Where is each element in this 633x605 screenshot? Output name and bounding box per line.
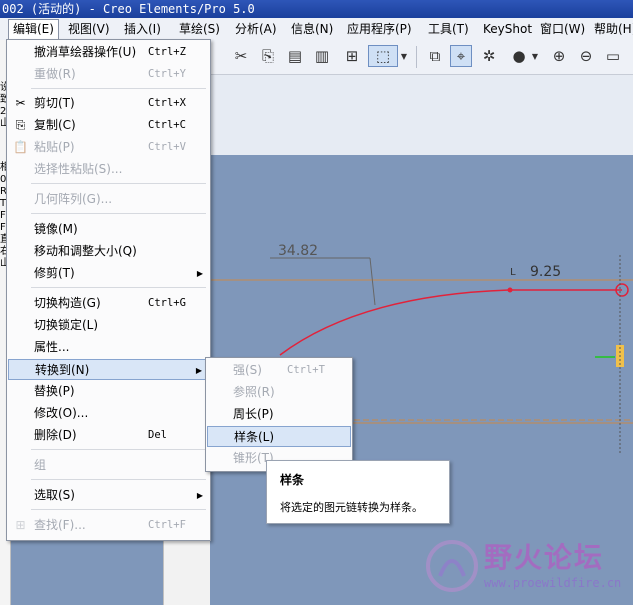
menu-item-paste[interactable]: 📋 粘贴(P) Ctrl+V	[8, 137, 209, 158]
menu-item-find[interactable]: ⊞ 查找(F)... Ctrl+F	[8, 515, 209, 536]
panel-gap	[163, 540, 211, 605]
copy-icon[interactable]: ⎘	[257, 45, 279, 67]
menu-applications[interactable]: 应用程序(P)	[343, 20, 416, 38]
submenu-item-strong[interactable]: 强(S) Ctrl+T	[207, 360, 351, 381]
chevron-down-icon[interactable]: ▼	[530, 45, 540, 67]
edit-menu: 撤消草绘器操作(U) Ctrl+Z 重做(R) Ctrl+Y ✂ 剪切(T) Ctrl+…	[6, 39, 211, 541]
menu-item-delete[interactable]: 删除(D) Del	[8, 425, 209, 446]
window-title: 002 (活动的) - Creo Elements/Pro 5.0	[0, 0, 633, 18]
convert-submenu: 强(S) Ctrl+T 参照(R) 周长(P) 样条(L) 锥形(T)	[205, 357, 353, 472]
menu-item-mirror[interactable]: 镜像(M)	[8, 219, 209, 240]
toolbar-area	[210, 75, 633, 155]
menu-item-redo[interactable]: 重做(R) Ctrl+Y	[8, 64, 209, 85]
menu-item-properties[interactable]: 属性...	[8, 337, 209, 358]
menu-tools[interactable]: 工具(T)	[424, 20, 473, 38]
dimension-arc[interactable]: 34.82	[278, 243, 318, 259]
arc-entity	[279, 289, 511, 356]
dimension-prefix: L	[510, 267, 516, 278]
toolbar: ✂ ⎘ ▤ ▥ ⊞ ⬚ ▼ ⧉ ⌖ ✲ ● ▼ ⊕ ⊖ ▭	[210, 40, 633, 75]
submenu-item-perimeter[interactable]: 周长(P)	[207, 404, 351, 425]
zoom-out-icon[interactable]: ⊖	[575, 45, 597, 67]
menu-item-paste-special[interactable]: 选择性粘贴(S)...	[8, 159, 209, 180]
menu-item-group[interactable]: 组	[8, 455, 209, 476]
tooltip-title: 样条	[280, 473, 305, 487]
menu-item-convert-to[interactable]: 转换到(N) ▶	[8, 359, 209, 380]
select-box-icon[interactable]: ⬚	[368, 45, 398, 67]
menu-item-select[interactable]: 选取(S) ▶	[8, 485, 209, 506]
leader-line	[369, 257, 376, 306]
menu-help[interactable]: 帮助(H)	[590, 20, 633, 38]
submenu-item-reference[interactable]: 参照(R)	[207, 382, 351, 403]
submenu-arrow-icon: ▶	[196, 491, 203, 500]
paste-icon[interactable]: ▤	[284, 45, 306, 67]
cut-icon: ✂	[15, 96, 26, 110]
menu-item-cut[interactable]: ✂ 剪切(T) Ctrl+X	[8, 93, 209, 114]
cut-icon[interactable]: ✂	[230, 45, 252, 67]
sketch-view-icon[interactable]: ⧉	[424, 45, 446, 67]
sketch-mode-icon[interactable]: ⌖	[450, 45, 472, 67]
watermark-title: 野火论坛	[484, 541, 605, 574]
paste-special-icon[interactable]: ▥	[311, 45, 333, 67]
menu-bar: 编辑(E) 视图(V) 插入(I) 草绘(S) 分析(A) 信息(N) 应用程序…	[0, 18, 633, 41]
submenu-arrow-icon: ▶	[196, 269, 203, 278]
refit-icon[interactable]: ▭	[602, 45, 624, 67]
menu-item-pattern[interactable]: 几何阵列(G)...	[8, 189, 209, 210]
watermark-url: www.proewildfire.cn	[484, 576, 622, 590]
copy-icon: ⎘	[15, 118, 26, 132]
submenu-item-spline[interactable]: 样条(L)	[207, 426, 351, 447]
watermark-emblem-icon	[426, 540, 478, 592]
vertex-point	[507, 287, 513, 293]
menu-analysis[interactable]: 分析(A)	[231, 20, 281, 38]
menu-sketch[interactable]: 草绘(S)	[175, 20, 224, 38]
chevron-down-icon[interactable]: ▼	[399, 45, 409, 67]
shade-sphere-icon[interactable]: ●	[508, 45, 530, 67]
menu-edit[interactable]: 编辑(E)	[8, 19, 59, 40]
binoculars-icon: ⊞	[15, 518, 26, 532]
zoom-in-icon[interactable]: ⊕	[548, 45, 570, 67]
menu-item-toggle-lock[interactable]: 切换锁定(L)	[8, 315, 209, 336]
menu-item-modify[interactable]: 修改(O)...	[8, 403, 209, 424]
regenerate-icon[interactable]: ✲	[478, 45, 500, 67]
menu-item-move-resize[interactable]: 移动和调整大小(Q)	[8, 241, 209, 262]
menu-item-toggle-construction[interactable]: 切换构造(G) Ctrl+G	[8, 293, 209, 314]
menu-item-undo[interactable]: 撤消草绘器操作(U) Ctrl+Z	[8, 42, 209, 63]
tooltip-text: 将选定的图元链转换为样条。	[280, 501, 423, 514]
tooltip: 样条 将选定的图元链转换为样条。	[266, 460, 450, 524]
menu-info[interactable]: 信息(N)	[287, 20, 337, 38]
menu-item-copy[interactable]: ⎘ 复制(C) Ctrl+C	[8, 115, 209, 136]
submenu-arrow-icon: ▶	[195, 366, 202, 375]
menu-insert[interactable]: 插入(I)	[120, 20, 165, 38]
menu-view[interactable]: 视图(V)	[64, 20, 114, 38]
menu-keyshot[interactable]: KeyShot	[479, 20, 536, 38]
menu-window[interactable]: 窗口(W)	[536, 20, 589, 38]
watermark-logo: 野火论坛 www.proewildfire.cn	[422, 536, 626, 598]
menu-item-replace[interactable]: 替换(P)	[8, 381, 209, 402]
menu-item-trim[interactable]: 修剪(T) ▶	[8, 263, 209, 284]
paste-icon: 📋	[13, 140, 28, 154]
dimension-right[interactable]: 9.25	[530, 264, 561, 280]
binoculars-icon[interactable]: ⊞	[341, 45, 363, 67]
